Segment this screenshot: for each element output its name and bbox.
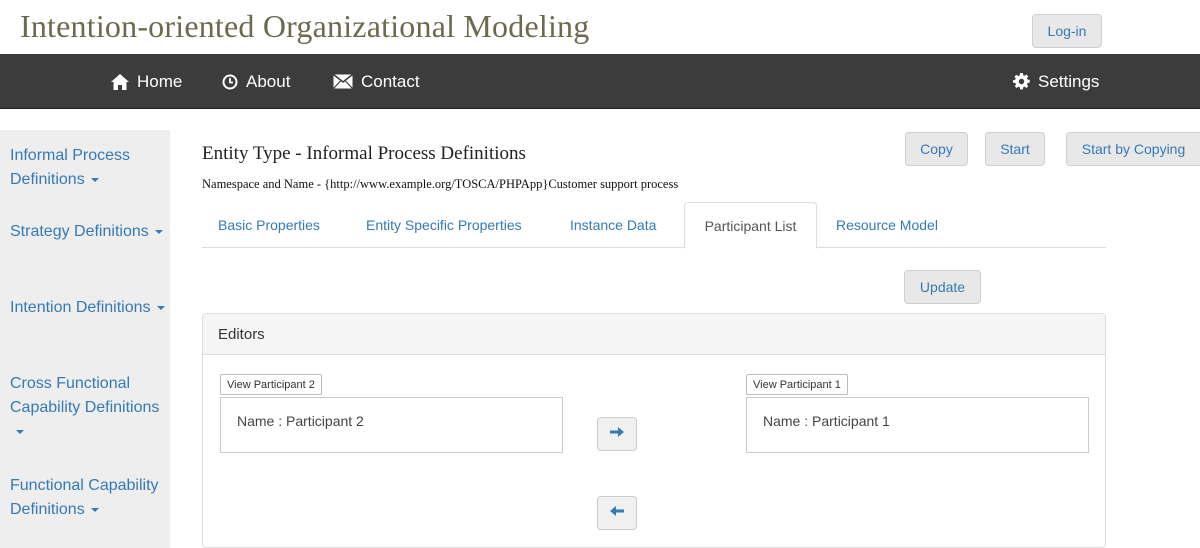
- nav-about[interactable]: About: [222, 54, 290, 109]
- caret-down-icon: [16, 429, 24, 434]
- move-right-button[interactable]: [597, 417, 637, 451]
- app-title: Intention-oriented Organizational Modeli…: [20, 8, 590, 44]
- move-left-button[interactable]: [597, 496, 637, 530]
- sidebar-item-intention[interactable]: Intention Definitions: [10, 296, 165, 320]
- nav-contact-label: Contact: [361, 71, 420, 91]
- envelope-icon: [333, 74, 353, 89]
- caret-down-icon: [154, 229, 163, 234]
- participant-box-right: Name : Participant 1: [746, 397, 1089, 453]
- tab-resource-model[interactable]: Resource Model: [821, 202, 953, 248]
- sidebar-item-label: Intention Definitions: [10, 299, 151, 316]
- view-participant-1-button[interactable]: View Participant 1: [746, 374, 848, 395]
- participant-name: Name : Participant 1: [763, 413, 890, 429]
- nav-settings[interactable]: Settings: [1013, 54, 1099, 109]
- tab-participant-list[interactable]: Participant List: [684, 202, 817, 249]
- sidebar-item-informal-process[interactable]: Informal Process Definitions: [10, 144, 165, 192]
- caret-down-icon: [90, 177, 99, 182]
- tab-basic-properties[interactable]: Basic Properties: [203, 202, 335, 248]
- caret-down-icon: [156, 305, 165, 310]
- editors-panel: Editors View Participant 2 Name : Partic…: [202, 313, 1106, 548]
- arrow-right-icon: [610, 425, 624, 443]
- nav-home-label: Home: [137, 71, 183, 91]
- sidebar-item-strategy[interactable]: Strategy Definitions: [10, 220, 165, 244]
- view-participant-2-button[interactable]: View Participant 2: [220, 374, 322, 395]
- copy-button[interactable]: Copy: [905, 132, 968, 166]
- sidebar: Informal Process Definitions Strategy De…: [0, 130, 170, 548]
- participant-name: Name : Participant 2: [237, 413, 364, 429]
- nav-home[interactable]: Home: [111, 54, 182, 109]
- tab-bar: Basic Properties Entity Specific Propert…: [202, 202, 1106, 249]
- sidebar-item-label: Functional Capability Definitions: [10, 477, 159, 518]
- participant-box-left: Name : Participant 2: [220, 397, 563, 453]
- start-by-copying-button[interactable]: Start by Copying: [1066, 132, 1200, 166]
- panel-heading: Editors: [203, 314, 1105, 355]
- nav-about-label: About: [246, 71, 291, 91]
- tab-entity-specific-properties[interactable]: Entity Specific Properties: [351, 202, 537, 248]
- sidebar-item-cross-functional[interactable]: Cross Functional Capability Definitions: [10, 372, 165, 444]
- nav-settings-label: Settings: [1038, 71, 1100, 91]
- page-title: Entity Type - Informal Process Definitio…: [202, 143, 526, 164]
- tab-instance-data[interactable]: Instance Data: [555, 202, 671, 248]
- sidebar-item-label: Strategy Definitions: [10, 223, 149, 240]
- entity-namespace: Namespace and Name - {http://www.example…: [202, 177, 679, 191]
- login-button[interactable]: Log-in: [1032, 14, 1102, 48]
- home-icon: [111, 73, 129, 90]
- sidebar-item-label: Informal Process Definitions: [10, 147, 131, 188]
- sidebar-item-label: Cross Functional Capability Definitions: [10, 375, 160, 416]
- clock-icon: [222, 74, 238, 90]
- top-navbar: Home About Contact Settings: [0, 54, 1200, 109]
- arrow-left-icon: [610, 504, 624, 522]
- caret-down-icon: [90, 507, 99, 512]
- gear-icon: [1013, 73, 1030, 90]
- update-button[interactable]: Update: [904, 270, 981, 304]
- nav-contact[interactable]: Contact: [333, 54, 420, 109]
- sidebar-item-functional-capability[interactable]: Functional Capability Definitions: [10, 474, 165, 522]
- start-button[interactable]: Start: [985, 132, 1045, 166]
